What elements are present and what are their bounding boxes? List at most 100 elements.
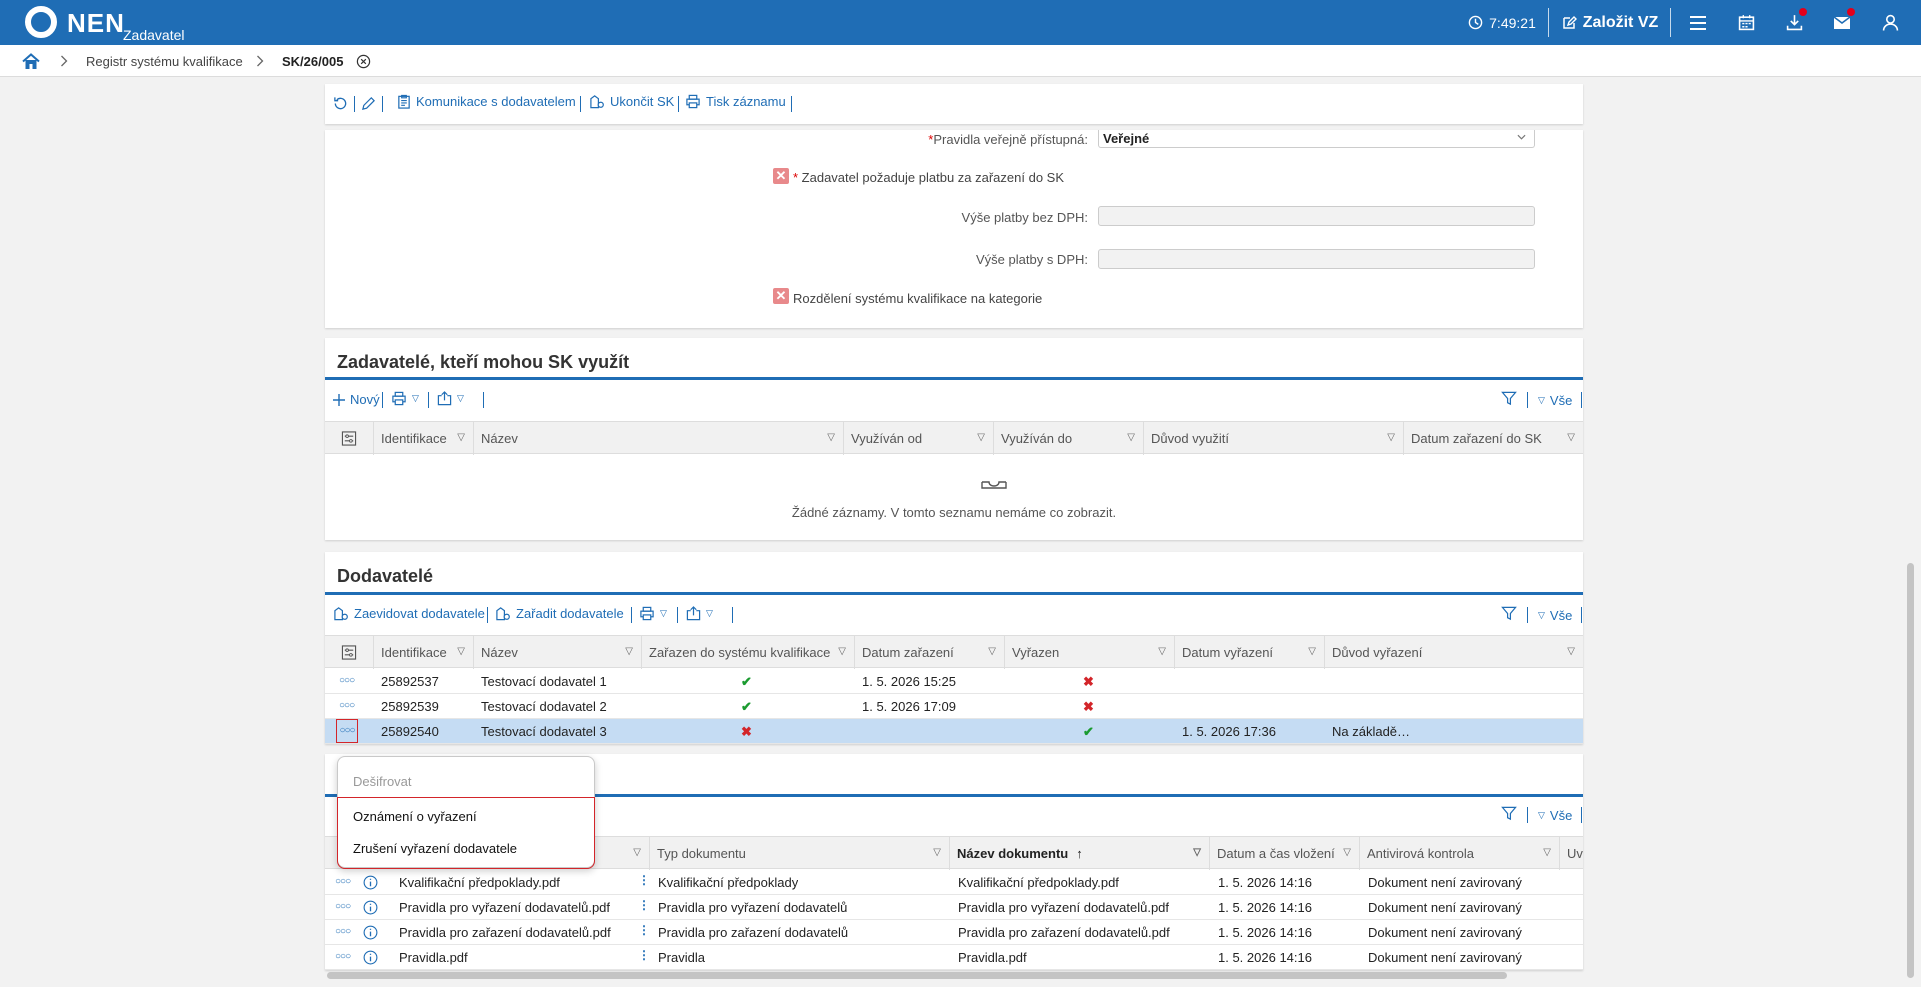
column-header[interactable]: Využíván od ▽ — [843, 422, 993, 455]
row-actions-icon[interactable]: ○○○ — [336, 719, 358, 743]
brand-name[interactable]: NEN — [67, 8, 125, 39]
column-header[interactable]: Uv — [1559, 837, 1583, 870]
row-actions-icon[interactable]: ○○○ — [335, 876, 351, 887]
view-all-button[interactable]: ▽ Vše — [1538, 608, 1572, 623]
column-header[interactable]: Identifikace ▽ — [373, 636, 473, 669]
notification-dot — [1847, 8, 1855, 16]
info-icon[interactable] — [363, 875, 378, 890]
column-header[interactable]: Datum a čas vložení ▽ — [1209, 837, 1359, 870]
column-header[interactable]: Vyřazen ▽ — [1004, 636, 1174, 669]
row-actions-icon[interactable]: ○○○ — [335, 901, 351, 912]
column-header[interactable]: Název ▽ — [473, 422, 843, 455]
cell-file[interactable]: Kvalifikační předpoklady.pdf — [399, 870, 560, 895]
info-icon[interactable] — [363, 925, 378, 940]
cell-id: 25892537 — [381, 674, 439, 689]
kebab-menu-icon[interactable]: ⋮ — [638, 923, 650, 937]
close-tab-button[interactable] — [356, 45, 371, 77]
contracting-title: Zadavatelé, kteří mohou SK využít — [337, 352, 630, 372]
end-sk-button[interactable]: Ukončit SK — [589, 94, 674, 109]
info-icon[interactable] — [363, 950, 378, 965]
table-row[interactable]: ○○○ Pravidla pro vyřazení dodavatelů.pdf… — [325, 895, 1583, 920]
table-row[interactable]: ○○○ Pravidla.pdf ⋮ Pravidla Pravidla.pdf… — [325, 945, 1583, 970]
filter-button[interactable] — [1501, 606, 1517, 621]
column-header[interactable]: Datum zařazení ▽ — [854, 636, 1004, 669]
export-menu-button[interactable]: ▽ — [686, 606, 713, 621]
new-button[interactable]: Nový — [333, 392, 380, 407]
row-actions-icon[interactable]: ○○○ — [339, 675, 355, 686]
kebab-menu-icon[interactable]: ⋮ — [638, 873, 650, 887]
printer-icon — [686, 94, 700, 109]
rules-public-select[interactable]: Veřejné — [1098, 130, 1535, 148]
settings-form: *Pravidla veřejně přístupná: Veřejné ✕ *… — [325, 130, 1583, 328]
fee-with-vat-field[interactable] — [1098, 249, 1535, 269]
register-supplier-button[interactable]: Zaevidovat dodavatele — [333, 606, 485, 621]
view-all-button[interactable]: ▽ Vše — [1538, 808, 1572, 823]
menu-item-cancel-exclusion[interactable]: Zrušení vyřazení dodavatele — [353, 841, 517, 856]
view-all-button[interactable]: ▽ Vše — [1538, 393, 1572, 408]
row-actions-icon[interactable]: ○○○ — [335, 926, 351, 937]
table-row[interactable]: ○○○ 25892537 Testovací dodavatel 1 ✔ 1. … — [325, 669, 1583, 694]
export-menu-button[interactable]: ▽ — [437, 391, 464, 406]
envelope-icon — [1833, 15, 1851, 29]
column-settings-button[interactable] — [325, 422, 373, 455]
table-row-selected[interactable]: ○○○ 25892540 Testovací dodavatel 3 ✖ ✔ 1… — [325, 719, 1583, 744]
cell-file[interactable]: Pravidla pro zařazení dodavatelů.pdf — [399, 920, 611, 945]
column-header[interactable]: Zařazen do systému kvalifikace ▽ — [641, 636, 854, 669]
column-header[interactable]: Důvod vyřazení ▽ — [1324, 636, 1583, 669]
menu-button[interactable] — [1682, 0, 1714, 45]
row-actions-icon[interactable]: ○○○ — [335, 951, 351, 962]
communication-button[interactable]: Komunikace s dodavatelem — [397, 94, 576, 109]
register-supplier-label: Zaevidovat dodavatele — [354, 606, 485, 621]
column-header[interactable]: Datum zařazení do SK ▽ — [1403, 422, 1583, 455]
fee-with-vat-label: Výše platby s DPH: — [976, 252, 1088, 267]
pencil-icon — [362, 97, 375, 110]
cell-date-in: 1. 5. 2026 17:09 — [862, 699, 956, 714]
create-tender-button[interactable]: Založit VZ — [1557, 0, 1662, 45]
info-icon[interactable] — [363, 900, 378, 915]
cell-file[interactable]: Pravidla pro vyřazení dodavatelů.pdf — [399, 895, 610, 920]
messages-button[interactable] — [1826, 0, 1858, 45]
edit-button[interactable] — [361, 96, 376, 111]
column-header[interactable]: Název ▽ — [473, 636, 641, 669]
calendar-button[interactable] — [1730, 0, 1762, 45]
vertical-scrollbar[interactable] — [1907, 563, 1914, 978]
column-header-sorted[interactable]: Název dokumentu ↑ ▽ — [949, 837, 1209, 870]
refresh-button[interactable] — [333, 96, 348, 111]
new-label: Nový — [350, 392, 380, 407]
view-all-label: Vše — [1549, 393, 1573, 408]
kebab-menu-icon[interactable]: ⋮ — [638, 898, 650, 912]
cross-icon: ✖ — [1083, 698, 1094, 714]
menu-item-exclusion-notice[interactable]: Oznámení o vyřazení — [353, 809, 477, 824]
print-record-button[interactable]: Tisk záznamu — [685, 94, 786, 109]
fee-without-vat-field[interactable] — [1098, 206, 1535, 226]
categories-checkbox[interactable]: ✕ — [773, 288, 789, 304]
triangle-down-icon: ▽ — [412, 393, 419, 403]
filter-button[interactable] — [1501, 391, 1517, 406]
column-settings-button[interactable] — [325, 636, 373, 669]
column-header[interactable]: Identifikace ▽ — [373, 422, 473, 455]
user-button[interactable] — [1874, 0, 1906, 45]
table-row[interactable]: ○○○ 25892539 Testovací dodavatel 2 ✔ 1. … — [325, 694, 1583, 719]
home-button[interactable] — [22, 45, 40, 77]
cell-file[interactable]: Pravidla.pdf — [399, 945, 468, 970]
column-header[interactable]: Typ dokumentu ▽ — [649, 837, 949, 870]
table-row[interactable]: ○○○ Pravidla pro zařazení dodavatelů.pdf… — [325, 920, 1583, 945]
column-header[interactable]: Datum vyřazení ▽ — [1174, 636, 1324, 669]
kebab-menu-icon[interactable]: ⋮ — [638, 948, 650, 962]
print-menu-button[interactable]: ▽ — [391, 391, 419, 406]
filter-button[interactable] — [1501, 806, 1517, 821]
payment-required-checkbox[interactable]: ✕ — [773, 168, 789, 184]
print-menu-button[interactable]: ▽ — [639, 606, 667, 621]
horizontal-scrollbar[interactable] — [327, 972, 1507, 979]
nen-logo-icon[interactable] — [25, 6, 57, 38]
table-row[interactable]: ○○○ Kvalifikační předpoklady.pdf ⋮ Kvali… — [325, 870, 1583, 895]
assign-supplier-button[interactable]: Zařadit dodavatele — [495, 606, 624, 621]
downloads-button[interactable] — [1778, 0, 1810, 45]
breadcrumb-registry[interactable]: Registr systému kvalifikace — [86, 45, 243, 77]
column-header[interactable]: Důvod využití ▽ — [1143, 422, 1403, 455]
record-toolbar: Komunikace s dodavatelem Ukončit SK Tisk… — [325, 84, 1583, 124]
column-header[interactable]: Využíván do ▽ — [993, 422, 1143, 455]
row-actions-icon[interactable]: ○○○ — [339, 700, 355, 711]
user-icon — [1882, 14, 1898, 31]
column-header[interactable]: Antivirová kontrola ▽ — [1359, 837, 1559, 870]
